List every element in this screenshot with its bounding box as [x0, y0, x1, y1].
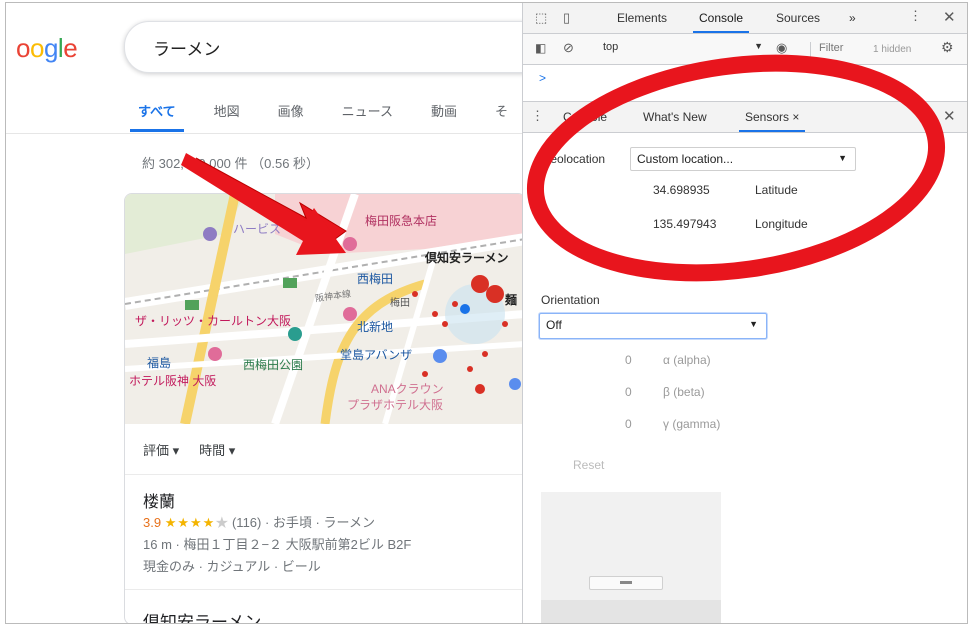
geolocation-select[interactable]: Custom location... ▼	[630, 147, 856, 171]
hours-filter[interactable]: 時間 ▾	[199, 440, 235, 459]
map-label: プラザホテル大阪	[347, 398, 444, 412]
tab-videos[interactable]: 動画	[431, 101, 457, 132]
eye-icon[interactable]: ◉	[776, 40, 787, 56]
alpha-label: α (alpha)	[663, 353, 711, 367]
device-shadow	[541, 600, 721, 623]
search-query-text: ラーメン	[153, 40, 221, 59]
search-tabs: すべて 地図 画像 ニュース 動画 そ	[130, 101, 508, 132]
map-label: ANAクラウン	[371, 382, 444, 396]
drawer-tab-sensors[interactable]: Sensors ×	[738, 110, 806, 132]
map-label: 梅田阪急本店	[365, 214, 438, 228]
console-filter-input[interactable]: Filter	[810, 42, 869, 59]
logo-letter: e	[63, 33, 78, 63]
review-meta: (116) · お手頃 · ラーメン	[231, 515, 375, 530]
place-name[interactable]: 倶知安ラーメン	[143, 608, 261, 623]
chevron-down-icon: ▼	[754, 41, 763, 51]
orientation-select[interactable]: Off ▼	[539, 313, 767, 339]
map-label: ホテル阪神 大阪	[129, 374, 217, 388]
beta-label: β (beta)	[663, 385, 705, 399]
map-label: 堂島アバンザ	[340, 348, 413, 362]
chevron-down-icon: ▼	[838, 153, 847, 163]
tab-images[interactable]: 画像	[278, 101, 304, 132]
beta-input[interactable]: 0	[625, 385, 632, 399]
map-label: 西梅田公園	[243, 358, 304, 372]
geolocation-label: Geolocation	[541, 152, 606, 166]
tab-news[interactable]: ニュース	[342, 101, 393, 132]
result-stats: 約 302,000,000 件 （0.56 秒）	[142, 156, 320, 171]
gamma-label: γ (gamma)	[663, 417, 721, 431]
hidden-count: 1 hidden	[873, 44, 912, 55]
logo-letter: o	[16, 33, 30, 63]
context-value: top	[603, 41, 619, 53]
logo-letter: g	[43, 33, 58, 63]
tabs-divider	[6, 133, 526, 134]
orientation-value: Off	[546, 318, 562, 332]
longitude-label: Longitude	[755, 217, 808, 231]
rating-value: 3.9	[143, 515, 162, 530]
drawer-menu-icon[interactable]: ⋮	[531, 108, 544, 124]
map-label: ザ・リッツ・カールトン大阪	[135, 314, 292, 328]
inspect-element-icon[interactable]: ⬚	[535, 10, 547, 26]
map-label: 西梅田	[357, 272, 394, 286]
tab-more[interactable]: そ	[495, 101, 508, 132]
device-toolbar-icon[interactable]: ▯	[563, 10, 570, 26]
kebab-menu-icon[interactable]: ⋮	[909, 8, 922, 24]
map-label: ハービス	[233, 222, 282, 236]
drawer-tab-console[interactable]: Console	[563, 110, 607, 124]
latitude-input[interactable]: 34.698935	[653, 183, 710, 197]
context-select[interactable]: top ▼	[603, 41, 763, 53]
tab-elements[interactable]: Elements	[617, 11, 667, 25]
longitude-input[interactable]: 135.497943	[653, 217, 716, 231]
tab-sources[interactable]: Sources	[776, 11, 820, 25]
card-divider	[125, 589, 525, 590]
map-graphic	[125, 194, 525, 424]
console-prompt[interactable]: >	[539, 71, 546, 85]
card-divider	[125, 474, 525, 475]
map-label: 麺	[505, 293, 518, 307]
map-label: 梅田	[390, 298, 410, 309]
filter-chips: 評価 ▾ 時間 ▾	[143, 440, 235, 459]
latitude-label: Latitude	[755, 183, 798, 197]
map-preview[interactable]: 梅田阪急本店 ハービス 倶知安ラーメン 西梅田 梅田 北新地 ザ・リッツ・カール…	[125, 194, 525, 424]
google-logo[interactable]: oogle	[16, 33, 78, 64]
clear-console-icon[interactable]: ⊘	[563, 40, 574, 56]
more-tabs-button[interactable]: »	[849, 11, 856, 25]
close-drawer-icon[interactable]: ✕	[943, 107, 956, 125]
search-input[interactable]: ラーメン	[124, 21, 546, 73]
reset-button[interactable]: Reset	[573, 458, 604, 472]
map-label: 福島	[147, 356, 172, 370]
orientation-preview[interactable]	[541, 492, 721, 623]
devtools-panel: ⬚ ▯ Elements Console Sources » ⋮ ✕ ◧ ⊘ ◉…	[522, 3, 967, 623]
place-name[interactable]: 楼蘭	[143, 488, 175, 512]
place-address: 16 m · 梅田１丁目２−２ 大阪駅前第2ビル B2F	[143, 537, 412, 552]
rating-stars: ★★★★	[164, 515, 216, 530]
devtools-main-toolbar: ⬚ ▯ Elements Console Sources » ⋮ ✕	[523, 3, 967, 34]
tab-console[interactable]: Console	[692, 11, 750, 33]
chevron-down-icon: ▼	[749, 319, 758, 329]
rating-star-empty: ★	[215, 515, 229, 530]
tab-all[interactable]: すべて	[130, 101, 184, 132]
gear-icon[interactable]: ⚙	[941, 39, 954, 56]
map-label: 倶知安ラーメン	[425, 251, 509, 265]
geolocation-value: Custom location...	[637, 152, 734, 166]
gamma-input[interactable]: 0	[625, 417, 632, 431]
drawer-toolbar: ⋮ Console What's New Sensors × ✕	[523, 101, 967, 133]
screenshot-frame: oogle ラーメン すべて 地図 画像 ニュース 動画 そ 約 302,000…	[5, 2, 968, 624]
device-model[interactable]	[589, 576, 663, 590]
alpha-input[interactable]: 0	[625, 353, 632, 367]
rating-filter[interactable]: 評価 ▾	[143, 440, 179, 459]
map-label: 北新地	[357, 320, 394, 334]
sidebar-toggle-icon[interactable]: ◧	[535, 41, 546, 55]
place-attributes: 現金のみ · カジュアル · ビール	[143, 559, 321, 574]
orientation-label: Orientation	[541, 293, 600, 307]
local-results-card: 梅田阪急本店 ハービス 倶知安ラーメン 西梅田 梅田 北新地 ザ・リッツ・カール…	[124, 193, 526, 623]
drawer-tab-whats-new[interactable]: What's New	[643, 110, 707, 124]
close-icon[interactable]: ✕	[943, 8, 956, 26]
logo-letter: o	[29, 33, 44, 63]
place-rating: 3.9 ★★★★★ (116) · お手頃 · ラーメン	[143, 512, 375, 531]
tab-maps[interactable]: 地図	[214, 101, 240, 132]
